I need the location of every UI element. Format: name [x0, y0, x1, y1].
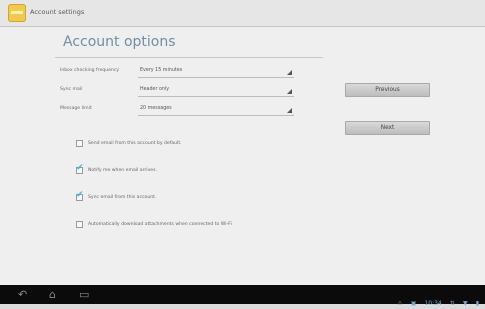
sync-mail-spinner[interactable]: Header only — [138, 84, 294, 97]
system-navigation-bar: ↶ ⌂ ▭ ⚠ ▣ 10:34 ⇅ ▼ ▮ — [0, 285, 485, 307]
setting-row-sync-mail: Sync mail Header only — [60, 84, 296, 98]
sync-icon: ⇅ — [449, 300, 455, 307]
check-icon: ✔ — [76, 190, 84, 200]
setting-label-message-limit: Message limit — [60, 106, 92, 111]
attachments-checkbox[interactable] — [76, 221, 83, 228]
spinner-arrow-icon — [287, 70, 292, 75]
message-limit-spinner[interactable]: 20 messages — [138, 103, 294, 116]
back-icon[interactable]: ↶ — [18, 288, 27, 301]
page-title: Account options — [63, 34, 176, 50]
title-bar: Account settings — [0, 0, 485, 27]
inbox-frequency-value: Every 15 minutes — [140, 68, 183, 73]
previous-button[interactable]: Previous — [345, 83, 430, 97]
clock: 10:34 — [424, 300, 442, 307]
account-settings-icon — [8, 4, 26, 22]
notify-checkbox[interactable]: ✔ — [76, 163, 84, 174]
status-area[interactable]: ⚠ ▣ 10:34 ⇅ ▼ ▮ — [394, 290, 479, 309]
inbox-frequency-spinner[interactable]: Every 15 minutes — [138, 65, 294, 78]
checkbox-row-sync-email[interactable]: ✔ Sync email from this account. — [76, 190, 316, 206]
title-divider — [55, 57, 323, 58]
spinner-arrow-icon — [287, 89, 292, 94]
default-account-checkbox[interactable] — [76, 140, 83, 147]
battery-icon: ▮ — [475, 300, 479, 307]
recent-apps-icon[interactable]: ▭ — [79, 288, 89, 301]
notification-icon: ⚠ — [397, 300, 403, 307]
next-button[interactable]: Next — [345, 121, 430, 135]
account-options-panel: Account options Inbox checking frequency… — [0, 27, 485, 285]
spinner-arrow-icon — [287, 108, 292, 113]
message-limit-value: 20 messages — [140, 106, 172, 111]
checkbox-row-notify[interactable]: ✔ Notify me when email arrives. — [76, 163, 316, 179]
setting-row-message-limit: Message limit 20 messages — [60, 103, 296, 117]
screenshot-icon: ▣ — [410, 300, 417, 307]
checkbox-row-attachments[interactable]: Automatically download attachments when … — [76, 219, 316, 233]
home-icon[interactable]: ⌂ — [49, 288, 56, 301]
setting-row-inbox-frequency: Inbox checking frequency Every 15 minute… — [60, 65, 296, 79]
window-title: Account settings — [30, 8, 85, 16]
setting-label-sync-mail: Sync mail — [60, 87, 83, 92]
sync-email-label: Sync email from this account. — [88, 195, 157, 200]
sync-mail-value: Header only — [140, 87, 170, 92]
default-account-label: Send email from this account by default. — [88, 141, 182, 146]
wifi-icon: ▼ — [462, 300, 468, 307]
attachments-label: Automatically download attachments when … — [88, 222, 232, 227]
sync-email-checkbox[interactable]: ✔ — [76, 190, 84, 201]
checkbox-row-default-account[interactable]: Send email from this account by default. — [76, 138, 316, 152]
check-icon: ✔ — [76, 163, 84, 173]
setting-label-inbox-frequency: Inbox checking frequency — [60, 68, 120, 73]
notify-label: Notify me when email arrives. — [88, 168, 157, 173]
